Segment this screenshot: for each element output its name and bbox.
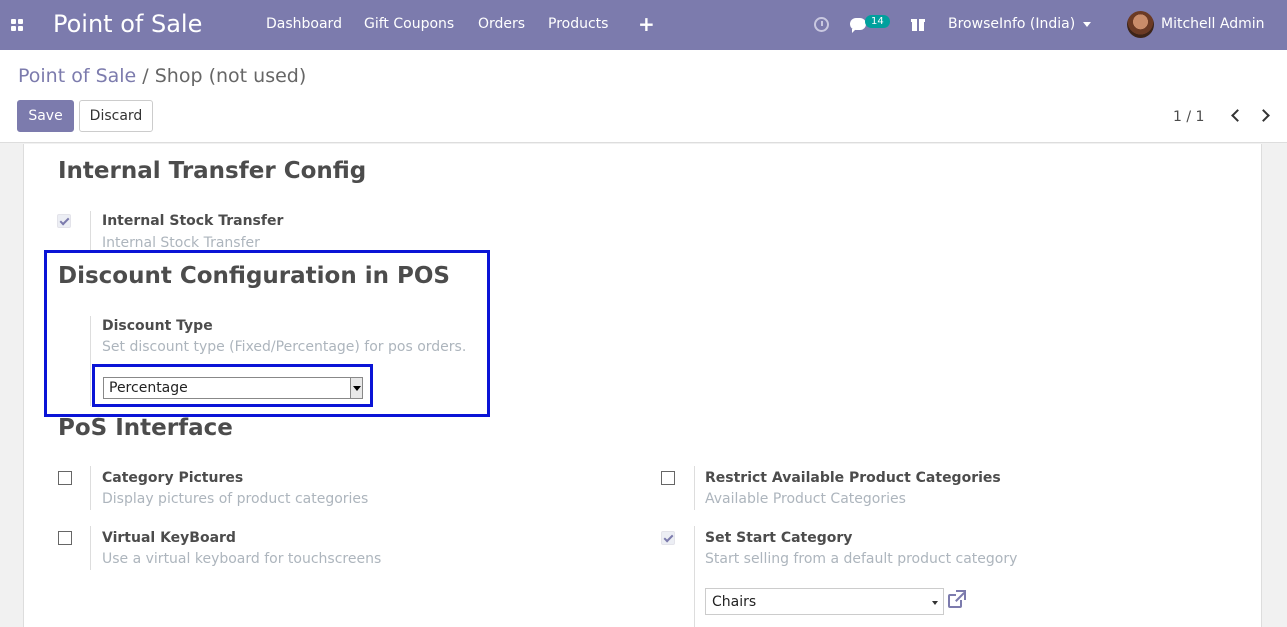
- company-name: BrowseInfo (India): [948, 16, 1076, 32]
- breadcrumb: Point of Sale / Shop (not used): [18, 65, 306, 87]
- setting-divider: [694, 466, 695, 510]
- setting-divider: [694, 526, 695, 627]
- virtual-keyboard-desc: Use a virtual keyboard for touchscreens: [102, 551, 382, 567]
- discard-button[interactable]: Discard: [79, 100, 153, 132]
- menu-orders[interactable]: Orders: [478, 16, 525, 32]
- category-pictures-checkbox[interactable]: [58, 471, 72, 485]
- virtual-keyboard-label: Virtual KeyBoard: [102, 530, 236, 546]
- chevron-down-icon: [932, 601, 938, 605]
- menu-dashboard[interactable]: Dashboard: [266, 16, 342, 32]
- internal-stock-transfer-label: Internal Stock Transfer: [102, 213, 284, 229]
- restrict-categories-desc: Available Product Categories: [705, 491, 906, 507]
- add-menu-icon[interactable]: +: [638, 12, 655, 36]
- menu-gift-coupons[interactable]: Gift Coupons: [364, 16, 454, 32]
- category-pictures-label: Category Pictures: [102, 470, 244, 486]
- virtual-keyboard-checkbox[interactable]: [58, 531, 72, 545]
- setting-divider: [90, 211, 91, 251]
- set-start-category-desc: Start selling from a default product cat…: [705, 551, 1018, 567]
- top-navbar: Point of Sale Dashboard Gift Coupons Ord…: [0, 0, 1287, 50]
- chevron-right-icon[interactable]: [1258, 107, 1274, 123]
- start-category-select[interactable]: Chairs: [705, 588, 944, 615]
- messages-icon[interactable]: [850, 18, 866, 33]
- chevron-left-icon[interactable]: [1228, 107, 1244, 123]
- app-brand[interactable]: Point of Sale: [53, 10, 202, 38]
- start-category-value: Chairs: [712, 594, 757, 610]
- internal-stock-transfer-desc: Internal Stock Transfer: [102, 235, 260, 251]
- setting-divider: [90, 526, 91, 570]
- company-switcher[interactable]: BrowseInfo (India): [948, 16, 1092, 32]
- setting-divider: [90, 466, 91, 510]
- user-name[interactable]: Mitchell Admin: [1161, 16, 1265, 32]
- internal-stock-transfer-checkbox[interactable]: [57, 214, 71, 228]
- save-button[interactable]: Save: [17, 100, 74, 132]
- chevron-down-icon: [1083, 21, 1092, 27]
- activity-clock-icon[interactable]: [814, 17, 829, 32]
- breadcrumb-current: Shop (not used): [154, 65, 307, 87]
- gift-icon[interactable]: [911, 17, 925, 31]
- set-start-category-label: Set Start Category: [705, 530, 853, 546]
- category-pictures-desc: Display pictures of product categories: [102, 491, 369, 507]
- messages-count-badge: 14: [865, 15, 890, 28]
- section-title-pos-interface: PoS Interface: [58, 415, 233, 441]
- highlight-frame-select: [92, 364, 373, 407]
- user-avatar[interactable]: [1127, 11, 1154, 38]
- control-panel: Point of Sale / Shop (not used) Save Dis…: [0, 50, 1287, 143]
- restrict-categories-label: Restrict Available Product Categories: [705, 470, 1001, 486]
- apps-menu-icon[interactable]: [11, 19, 24, 31]
- pager-value[interactable]: 1 / 1: [1173, 109, 1204, 125]
- breadcrumb-separator: /: [142, 65, 149, 87]
- external-link-icon[interactable]: [947, 590, 967, 610]
- section-title-internal-transfer: Internal Transfer Config: [58, 158, 367, 184]
- set-start-category-checkbox[interactable]: [661, 531, 675, 545]
- restrict-categories-checkbox[interactable]: [661, 471, 675, 485]
- menu-products[interactable]: Products: [548, 16, 608, 32]
- breadcrumb-parent[interactable]: Point of Sale: [18, 65, 136, 87]
